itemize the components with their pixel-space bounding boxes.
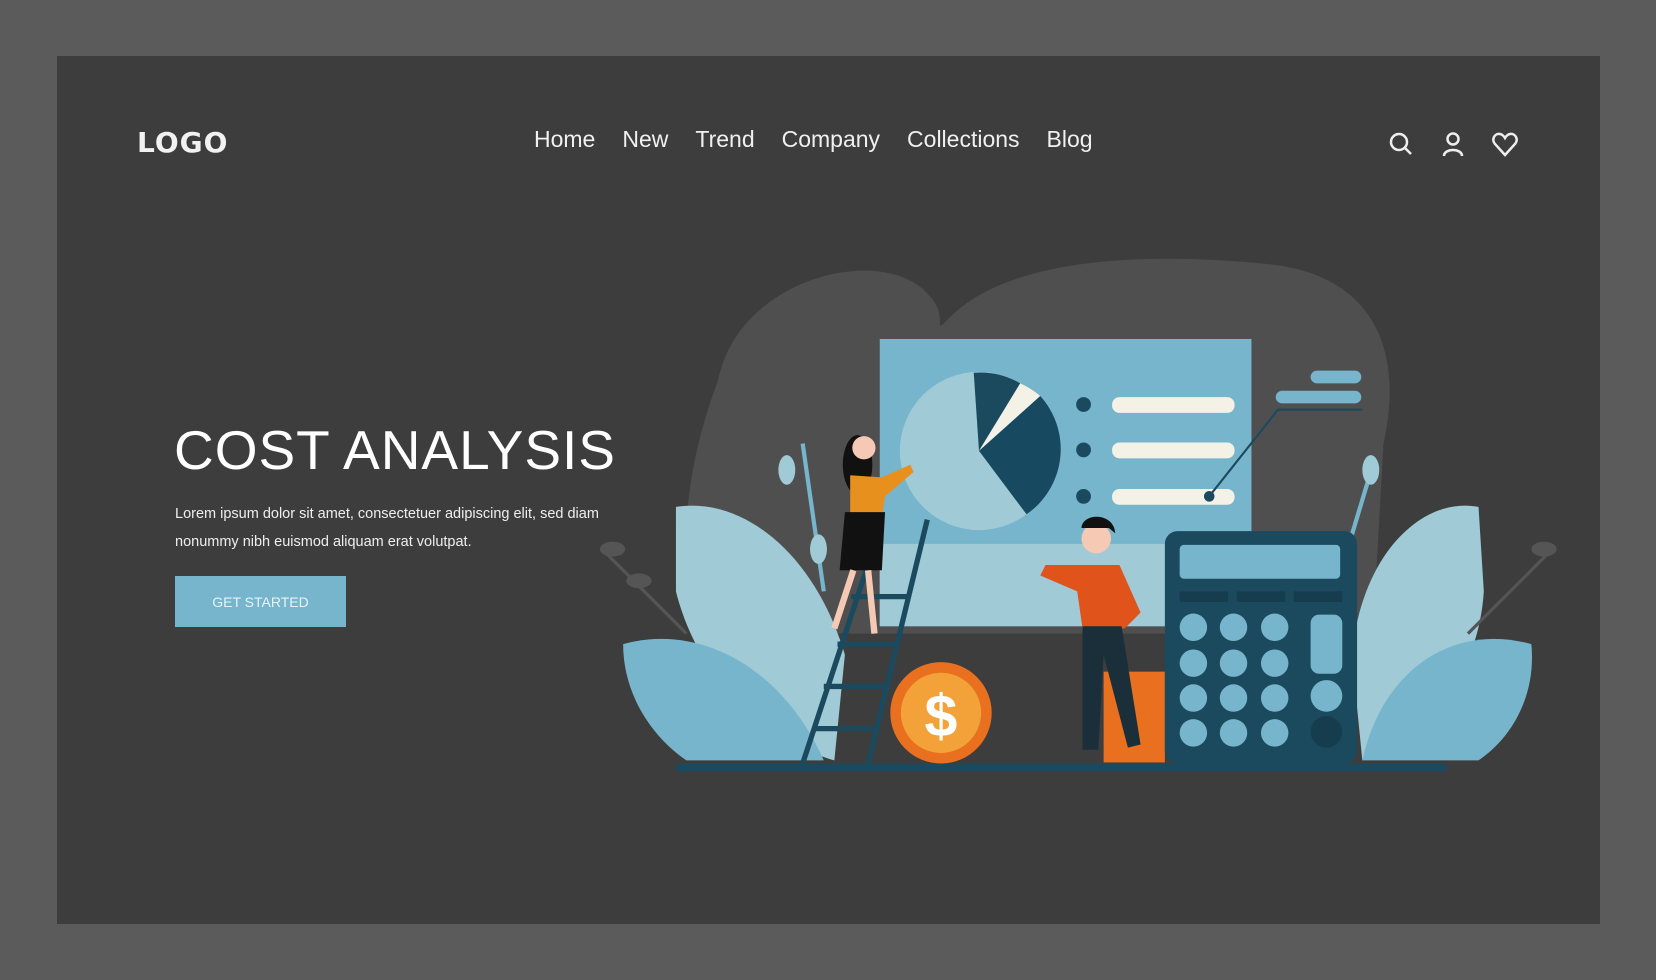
- hero-description: Lorem ipsum dolor sit amet, consectetuer…: [175, 506, 599, 550]
- logo[interactable]: LOGO: [137, 126, 228, 159]
- page-title: COST ANALYSIS: [174, 419, 616, 481]
- hero-panel: [57, 56, 1600, 924]
- nav-home[interactable]: Home: [534, 126, 595, 153]
- nav-new[interactable]: New: [622, 126, 668, 153]
- user-icon[interactable]: [1438, 129, 1468, 159]
- nav-collections[interactable]: Collections: [907, 126, 1020, 153]
- nav-company[interactable]: Company: [782, 126, 880, 153]
- main-nav: Home New Trend Company Collections Blog: [534, 126, 1093, 153]
- nav-blog[interactable]: Blog: [1047, 126, 1093, 153]
- heart-icon[interactable]: [1490, 129, 1520, 159]
- header-actions: [1386, 129, 1520, 159]
- nav-trend[interactable]: Trend: [695, 126, 754, 153]
- get-started-button[interactable]: GET STARTED: [175, 576, 346, 627]
- search-icon[interactable]: [1386, 129, 1416, 159]
